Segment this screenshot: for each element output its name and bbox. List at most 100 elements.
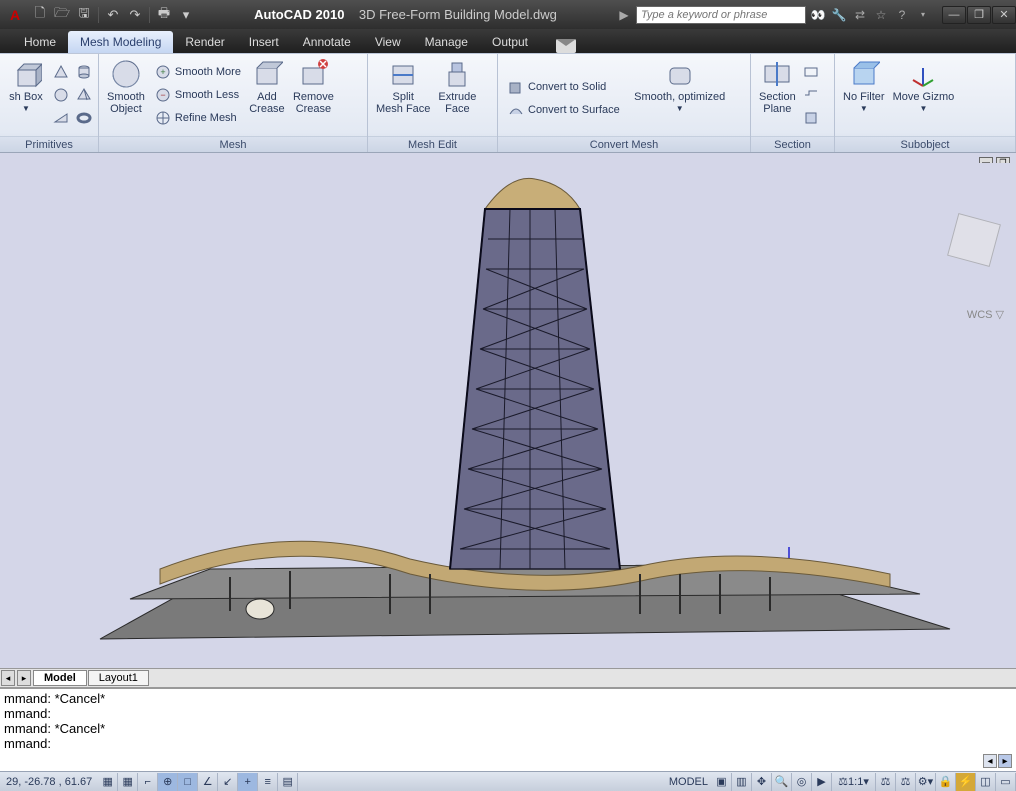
qat-redo-icon[interactable]: ↷	[125, 5, 145, 25]
close-button[interactable]: ✕	[992, 6, 1016, 24]
remove-crease-button[interactable]: Remove Crease	[289, 56, 338, 134]
app-menu-button[interactable]: A	[3, 3, 27, 27]
grid-display-icon[interactable]: ▦	[118, 773, 138, 791]
tab-mesh-modeling[interactable]: Mesh Modeling	[68, 31, 173, 53]
primitive-torus-icon[interactable]	[73, 107, 95, 129]
mesh-box-button[interactable]: sh Box ▼	[4, 56, 48, 134]
layout-tab-layout1[interactable]: Layout1	[88, 670, 149, 686]
lock-ui-icon[interactable]: 🔒	[936, 773, 956, 791]
primitive-cone-icon[interactable]	[50, 61, 72, 83]
layout-tab-prev-button[interactable]: ◂	[1, 670, 15, 686]
tab-home[interactable]: Home	[12, 31, 68, 53]
smooth-optimized-button[interactable]: Smooth, optimized ▼	[630, 56, 730, 134]
command-window[interactable]: mmand: *Cancel* mmand: mmand: *Cancel* m…	[0, 688, 1016, 771]
section-plane-button[interactable]: Section Plane	[755, 56, 800, 134]
annotation-autoscale-icon[interactable]: ⚖	[896, 773, 916, 791]
lineweight-icon[interactable]: ≡	[258, 773, 278, 791]
layout-tab-model[interactable]: Model	[33, 670, 87, 686]
command-line: mmand: *Cancel*	[4, 691, 1012, 706]
showmotion-icon[interactable]: ▶	[812, 773, 832, 791]
panel-title-subobject: Subobject	[835, 136, 1015, 152]
panel-title-primitives[interactable]: Primitives	[0, 136, 98, 152]
ortho-mode-icon[interactable]: ⌐	[138, 773, 158, 791]
layout-tabs: ◂ ▸ Model Layout1	[0, 668, 1016, 688]
ducs-icon[interactable]: ↙	[218, 773, 238, 791]
tab-view[interactable]: View	[363, 31, 413, 53]
polar-tracking-icon[interactable]: ⊕	[158, 773, 178, 791]
search-binoculars-icon[interactable]: 👀	[809, 6, 827, 24]
convert-to-surface-icon	[508, 102, 524, 118]
quickview-drawings-icon[interactable]: ▥	[732, 773, 752, 791]
coordinates[interactable]: 29, -26.78 , 61.67	[0, 776, 98, 788]
section-jog-icon[interactable]	[800, 84, 822, 106]
infocenter-arrow-icon[interactable]: ▶	[615, 6, 633, 24]
panel-title-mesh[interactable]: Mesh	[99, 136, 367, 152]
smooth-less-button[interactable]: −Smooth Less	[151, 84, 245, 106]
primitive-wedge-icon[interactable]	[50, 107, 72, 129]
qat-open-icon[interactable]: 🗁	[52, 5, 72, 25]
convert-to-solid-button[interactable]: Convert to Solid	[504, 76, 624, 98]
quickview-layouts-icon[interactable]: ▣	[712, 773, 732, 791]
tab-mail-icon[interactable]	[556, 39, 576, 53]
workspace-switching-icon[interactable]: ⚙▾	[916, 773, 936, 791]
qat-undo-icon[interactable]: ↶	[103, 5, 123, 25]
tab-annotate[interactable]: Annotate	[291, 31, 363, 53]
pan-icon[interactable]: ✥	[752, 773, 772, 791]
model-space-label[interactable]: MODEL	[669, 776, 708, 788]
minimize-button[interactable]: —	[942, 6, 966, 24]
document-name: 3D Free-Form Building Model.dwg	[359, 7, 557, 22]
split-mesh-face-button[interactable]: Split Mesh Face	[372, 56, 434, 134]
dynamic-input-icon[interactable]: +	[238, 773, 258, 791]
exchange-icon[interactable]: ⇄	[851, 6, 869, 24]
add-crease-button[interactable]: Add Crease	[245, 56, 289, 134]
qat-dropdown-icon[interactable]: ▾	[176, 5, 196, 25]
drawing-canvas[interactable]: WCS ▽	[0, 163, 1016, 668]
annotation-visibility-icon[interactable]: ⚖	[876, 773, 896, 791]
viewport[interactable]: — ❐ WCS ▽	[0, 153, 1016, 668]
tab-render[interactable]: Render	[173, 31, 236, 53]
smooth-more-button[interactable]: +Smooth More	[151, 61, 245, 83]
mesh-box-icon	[10, 58, 42, 90]
primitive-cylinder-icon[interactable]	[73, 61, 95, 83]
qat-new-icon[interactable]: 🗋	[30, 5, 50, 25]
help-icon[interactable]: ?	[893, 6, 911, 24]
qat-save-icon[interactable]: 🖫	[74, 5, 94, 25]
tab-output[interactable]: Output	[480, 31, 540, 53]
object-snap-icon[interactable]: □	[178, 773, 198, 791]
object-snap-tracking-icon[interactable]: ∠	[198, 773, 218, 791]
panel-title-section[interactable]: Section	[751, 136, 834, 152]
key-icon[interactable]: 🔧	[830, 6, 848, 24]
extrude-face-button[interactable]: Extrude Face	[434, 56, 480, 134]
move-gizmo-button[interactable]: Move Gizmo ▼	[889, 56, 959, 134]
cmd-scroll-right-icon[interactable]: ▸	[998, 754, 1012, 768]
cmd-scroll-left-icon[interactable]: ◂	[983, 754, 997, 768]
steering-wheel-icon[interactable]: ◎	[792, 773, 812, 791]
section-live-icon[interactable]	[800, 61, 822, 83]
smooth-object-button[interactable]: Smooth Object	[103, 56, 149, 134]
convert-to-surface-button[interactable]: Convert to Surface	[504, 99, 624, 121]
svg-text:−: −	[160, 90, 165, 100]
search-input[interactable]	[636, 6, 806, 24]
no-filter-button[interactable]: No Filter ▼	[839, 56, 889, 134]
tab-manage[interactable]: Manage	[413, 31, 480, 53]
primitive-sphere-icon[interactable]	[50, 84, 72, 106]
zoom-icon[interactable]: 🔍	[772, 773, 792, 791]
qat-print-icon[interactable]: 🖶	[154, 5, 174, 25]
refine-mesh-button[interactable]: Refine Mesh	[151, 107, 245, 129]
annotation-scale-icon[interactable]: ⚖ 1:1▾	[832, 773, 876, 791]
hardware-acceleration-icon[interactable]: ⚡	[956, 773, 976, 791]
maximize-button[interactable]: ❐	[967, 6, 991, 24]
section-generate-icon[interactable]	[800, 107, 822, 129]
isolate-objects-icon[interactable]: ◫	[976, 773, 996, 791]
status-bar: 29, -26.78 , 61.67 ▦ ▦ ⌐ ⊕ □ ∠ ↙ + ≡ ▤ M…	[0, 771, 1016, 791]
help-dropdown-icon[interactable]: ▾	[914, 6, 932, 24]
quick-properties-icon[interactable]: ▤	[278, 773, 298, 791]
favorite-icon[interactable]: ☆	[872, 6, 890, 24]
tab-insert[interactable]: Insert	[237, 31, 291, 53]
layout-tab-next-button[interactable]: ▸	[17, 670, 31, 686]
snap-mode-icon[interactable]: ▦	[98, 773, 118, 791]
wcs-label[interactable]: WCS ▽	[967, 308, 1004, 321]
clean-screen-icon[interactable]: ▭	[996, 773, 1016, 791]
svg-text:+: +	[160, 67, 165, 77]
primitive-pyramid-icon[interactable]	[73, 84, 95, 106]
